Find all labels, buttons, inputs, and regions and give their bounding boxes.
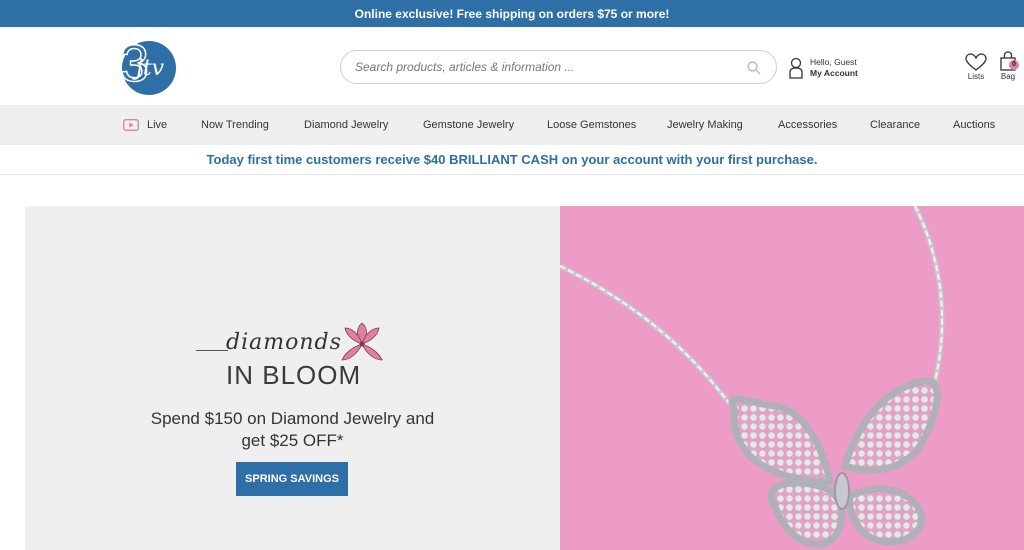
- banner-text: Online exclusive! Free shipping on order…: [354, 6, 670, 21]
- search-bar[interactable]: [340, 50, 777, 84]
- butterfly-necklace-image: [560, 206, 945, 548]
- heart-icon: [965, 53, 987, 71]
- nav-label: Clearance: [870, 119, 921, 131]
- brand-script-text: diamonds: [226, 330, 342, 355]
- lists-button[interactable]: Lists: [964, 53, 988, 81]
- main-nav: Live Now Trending Diamond Jewelry Gemsto…: [0, 105, 1024, 145]
- nav-item-accessories[interactable]: Accessories: [778, 105, 837, 145]
- promo-text: Today first time customers receive $40 B…: [206, 152, 818, 167]
- search-icon[interactable]: [746, 60, 762, 76]
- promo-message[interactable]: Today first time customers receive $40 B…: [0, 145, 1024, 175]
- nav-item-clearance[interactable]: Clearance: [870, 105, 920, 145]
- brand-underline: [196, 350, 228, 351]
- flower-icon: [341, 322, 383, 361]
- cta-label: SPRING SAVINGS: [245, 473, 339, 485]
- lists-label: Lists: [967, 72, 985, 81]
- offer-text: Spend $150 on Diamond Jewelry and get $2…: [25, 408, 560, 452]
- play-icon: [123, 119, 139, 131]
- nav-label: Live: [147, 119, 168, 131]
- nav-item-gemstone-jewelry[interactable]: Gemstone Jewelry: [423, 105, 514, 145]
- nav-label: Gemstone Jewelry: [423, 119, 515, 131]
- nav-label: Auctions: [953, 119, 996, 131]
- nav-label: Loose Gemstones: [547, 119, 637, 131]
- account-menu[interactable]: Hello, Guest My Account: [788, 54, 858, 82]
- logo-text: jtv: [131, 56, 165, 81]
- nav-item-live[interactable]: Live: [123, 105, 167, 145]
- hero-image-necklace[interactable]: [560, 206, 1024, 550]
- spring-savings-button[interactable]: SPRING SAVINGS: [236, 462, 348, 496]
- offer-line-1: Spend $150 on Diamond Jewelry and: [150, 409, 435, 428]
- nav-item-auctions[interactable]: Auctions: [953, 105, 995, 145]
- my-account-link[interactable]: My Account: [810, 68, 858, 79]
- user-icon: [789, 57, 803, 79]
- bag-count-badge: 0: [1009, 60, 1019, 70]
- nav-label: Jewelry Making: [667, 119, 743, 131]
- bag-label: Bag: [1000, 72, 1016, 81]
- nav-label: Diamond Jewelry: [304, 119, 389, 131]
- nav-item-now-trending[interactable]: Now Trending: [201, 105, 269, 145]
- nav-label: Now Trending: [201, 119, 269, 131]
- search-input[interactable]: [355, 57, 735, 77]
- site-header: 3 jtv Hello, Guest My Account Lists 0: [0, 27, 1024, 105]
- top-banner: Online exclusive! Free shipping on order…: [0, 0, 1024, 27]
- nav-item-jewelry-making[interactable]: Jewelry Making: [667, 105, 743, 145]
- nav-item-loose-gemstones[interactable]: Loose Gemstones: [547, 105, 636, 145]
- bag-button[interactable]: 0 Bag: [996, 51, 1020, 81]
- account-greeting: Hello, Guest: [810, 57, 857, 67]
- diamonds-in-bloom-logo: diamonds IN BLOOM: [196, 322, 396, 390]
- nav-item-diamond-jewelry[interactable]: Diamond Jewelry: [304, 105, 388, 145]
- jtv-logo[interactable]: 3 jtv: [106, 34, 178, 97]
- offer-line-2: get $25 OFF*: [241, 431, 344, 450]
- nav-label: Accessories: [778, 119, 838, 131]
